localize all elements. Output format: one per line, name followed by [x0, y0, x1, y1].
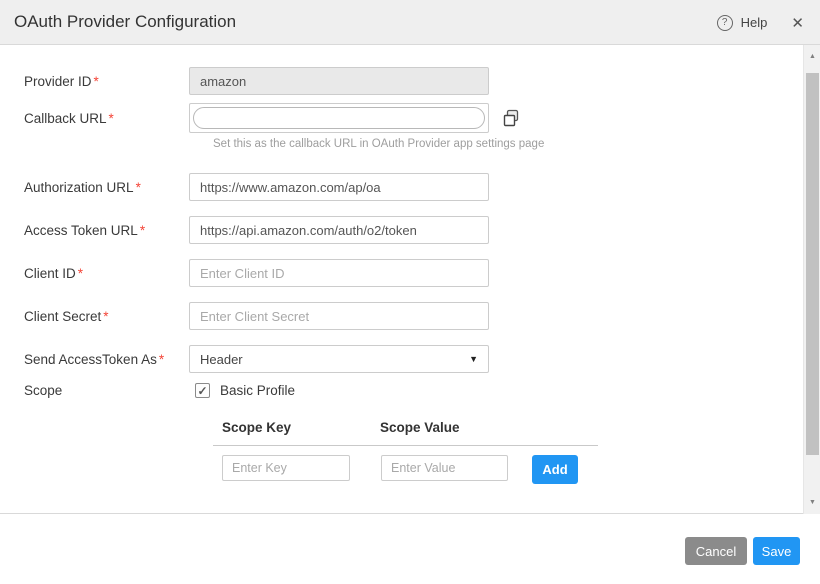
dialog-body: Provider ID* Callback URL* Set this as t…: [0, 45, 820, 514]
checkmark-icon: ✓: [197, 384, 207, 398]
provider-id-label: Provider ID*: [0, 74, 189, 89]
client-secret-label: Client Secret*: [0, 309, 189, 324]
client-id-label: Client ID*: [0, 266, 189, 281]
required-asterisk: *: [103, 309, 108, 324]
scroll-down-icon[interactable]: ▼: [804, 494, 820, 511]
save-button[interactable]: Save: [753, 537, 800, 565]
vertical-scrollbar[interactable]: ▲ ▼: [803, 45, 820, 514]
required-asterisk: *: [78, 266, 83, 281]
selected-option: Header: [200, 352, 243, 367]
authorization-url-row: Authorization URL*: [0, 173, 489, 201]
scope-value-column-header: Scope Value: [380, 420, 460, 435]
header-actions: ? Help ✕: [717, 0, 804, 45]
client-id-input[interactable]: [189, 259, 489, 287]
copy-icon[interactable]: [501, 108, 521, 128]
basic-profile-checkbox[interactable]: ✓: [195, 383, 210, 398]
basic-profile-checkbox-label: Basic Profile: [220, 383, 295, 398]
scroll-up-icon[interactable]: ▲: [804, 48, 820, 65]
dialog-title: OAuth Provider Configuration: [14, 12, 236, 32]
required-asterisk: *: [94, 74, 99, 89]
required-asterisk: *: [140, 223, 145, 238]
scope-label: Scope: [0, 383, 189, 398]
scope-row: Scope ✓ Basic Profile: [0, 383, 295, 398]
callback-url-helper-text: Set this as the callback URL in OAuth Pr…: [213, 138, 544, 150]
close-icon[interactable]: ✕: [791, 14, 804, 32]
callback-url-input[interactable]: [189, 103, 489, 133]
dialog-footer: Cancel Save: [0, 514, 820, 583]
dialog-header: OAuth Provider Configuration ? Help ✕: [0, 0, 820, 45]
authorization-url-label: Authorization URL*: [0, 180, 189, 195]
access-token-url-row: Access Token URL*: [0, 216, 489, 244]
scope-value-input[interactable]: [381, 455, 508, 481]
help-icon[interactable]: ?: [717, 15, 733, 31]
callback-url-row: Callback URL*: [0, 103, 521, 133]
required-asterisk: *: [109, 111, 114, 126]
redacted-value: [193, 107, 485, 129]
send-access-token-as-label: Send AccessToken As*: [0, 352, 189, 367]
scope-key-column-header: Scope Key: [222, 420, 291, 435]
help-link[interactable]: Help: [741, 15, 768, 30]
add-scope-button[interactable]: Add: [532, 455, 578, 484]
send-access-token-as-row: Send AccessToken As* Header ▼: [0, 345, 489, 373]
provider-id-row: Provider ID*: [0, 67, 489, 95]
table-header-divider: [213, 445, 598, 446]
authorization-url-input[interactable]: [189, 173, 489, 201]
required-asterisk: *: [136, 180, 141, 195]
scrollbar-thumb[interactable]: [806, 73, 819, 455]
cancel-button[interactable]: Cancel: [685, 537, 747, 565]
callback-url-label: Callback URL*: [0, 111, 189, 126]
chevron-down-icon: ▼: [469, 354, 478, 364]
client-secret-input[interactable]: [189, 302, 489, 330]
provider-id-input: [189, 67, 489, 95]
send-access-token-as-select[interactable]: Header ▼: [189, 345, 489, 373]
client-secret-row: Client Secret*: [0, 302, 489, 330]
scope-key-input[interactable]: [222, 455, 350, 481]
required-asterisk: *: [159, 352, 164, 367]
access-token-url-input[interactable]: [189, 216, 489, 244]
access-token-url-label: Access Token URL*: [0, 223, 189, 238]
client-id-row: Client ID*: [0, 259, 489, 287]
